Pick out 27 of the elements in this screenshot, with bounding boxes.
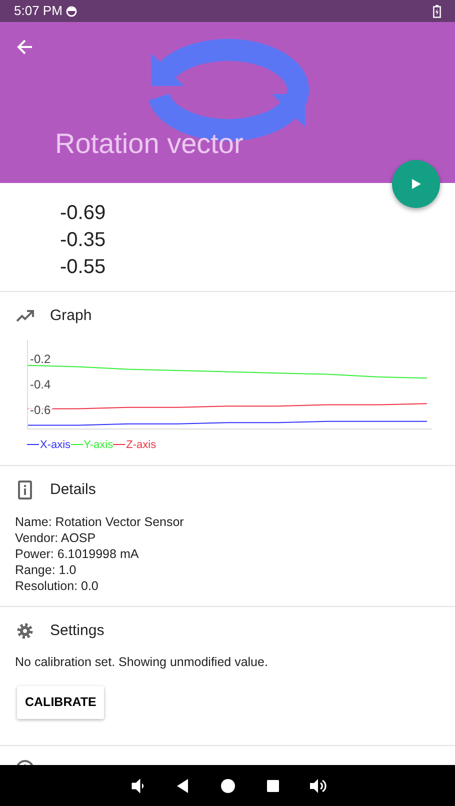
back-arrow-icon[interactable] xyxy=(15,37,35,57)
settings-icon xyxy=(15,620,35,641)
battery-icon xyxy=(433,4,441,18)
info-line: No calibration set. Showing unmodified value. xyxy=(15,654,269,670)
section-title: Settings xyxy=(50,620,104,640)
info-line: Power: 6.1019998 mA xyxy=(15,546,140,562)
tick-label: -0.2 xyxy=(30,352,51,366)
sensor-value: -0.69 xyxy=(60,201,107,226)
tick-label: -0.4 xyxy=(30,377,51,391)
sensor-value: -0.35 xyxy=(60,228,107,253)
info-line: Resolution: 0.0 xyxy=(15,578,100,594)
phone-info-icon xyxy=(15,480,35,500)
section-title: Graph xyxy=(50,306,92,326)
header-title: Rotation vector xyxy=(55,130,244,158)
sensor-value: -0.55 xyxy=(60,255,107,280)
play-button[interactable] xyxy=(392,160,440,208)
info-line: Range: 1.0 xyxy=(15,562,78,578)
section-title: Details xyxy=(50,480,96,500)
info-line: Name: Rotation Vector Sensor xyxy=(15,514,185,530)
legend-item: X-axis xyxy=(27,436,71,453)
status-time: 5:07 PM xyxy=(14,2,62,20)
info-line: Vendor: AOSP xyxy=(15,530,97,546)
play-icon xyxy=(409,177,423,191)
legend-item: Y-axis xyxy=(70,436,114,453)
notification-icon xyxy=(66,6,78,16)
calibrate-button[interactable]: CALIBRATE xyxy=(17,686,104,719)
legend-item: Z-axis xyxy=(113,436,156,453)
